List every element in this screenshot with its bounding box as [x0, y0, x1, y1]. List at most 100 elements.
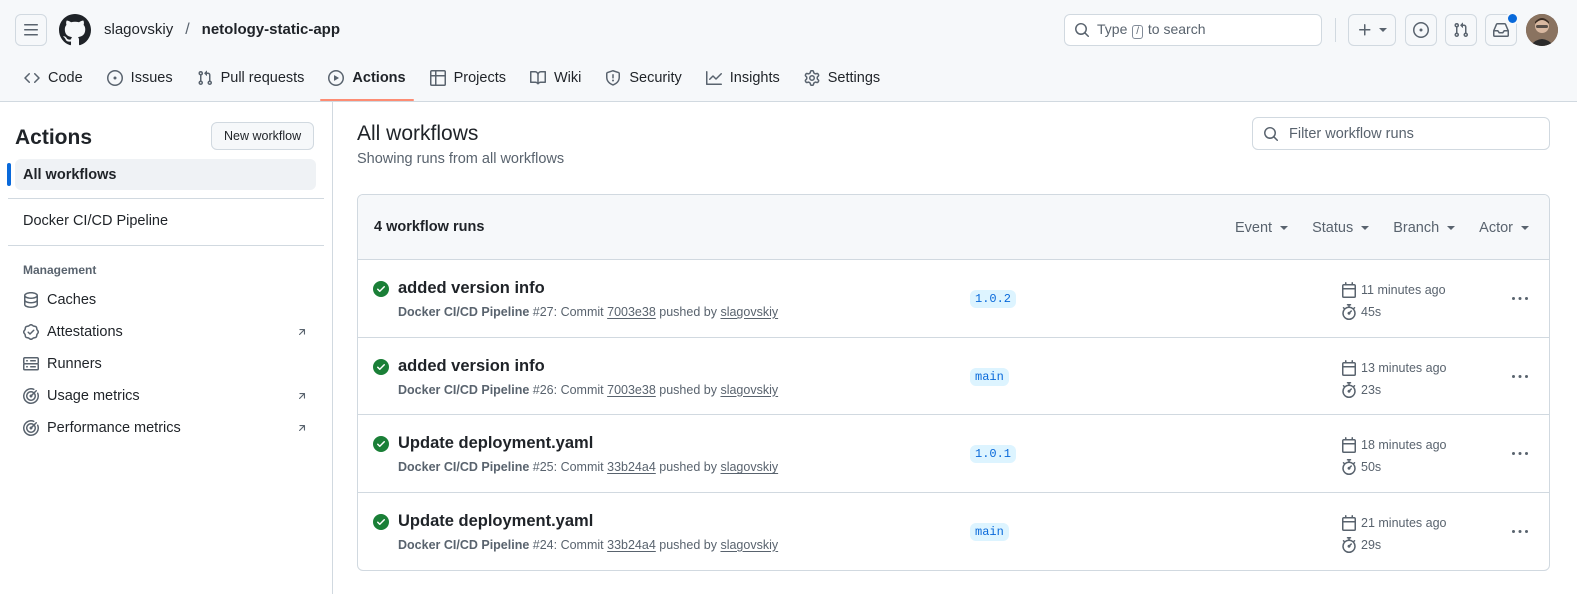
chevron-down-icon: [1379, 28, 1387, 32]
sidebar-item-docker-pipeline[interactable]: Docker CI/CD Pipeline: [23, 213, 168, 229]
run-number: #25: Commit: [532, 460, 604, 475]
database-icon: [24, 292, 38, 308]
tab-insights[interactable]: Insights: [698, 60, 788, 96]
check-circle-fill-icon: [373, 513, 389, 530]
run-title[interactable]: Update deployment.yaml: [398, 434, 593, 453]
sidebar-divider: [8, 245, 324, 246]
run-workflow-name: Docker CI/CD Pipeline: [398, 382, 530, 397]
chevron-down-icon: [1361, 225, 1370, 230]
tab-insights-label: Insights: [729, 70, 780, 86]
branch-badge[interactable]: 1.0.1: [970, 445, 1017, 464]
header-divider: [1335, 18, 1336, 42]
sidebar-item-runners[interactable]: Runners: [23, 356, 308, 372]
runs-header: 4 workflow runs Event Status Branch Acto…: [358, 195, 1549, 260]
issues-button[interactable]: [1405, 14, 1437, 46]
status-filter-button[interactable]: Status: [1312, 220, 1370, 236]
arrow-up-right-icon: [298, 393, 306, 400]
tab-actions[interactable]: Actions: [320, 60, 414, 101]
menu-button[interactable]: [15, 14, 47, 46]
actor-link[interactable]: slagovskiy: [720, 460, 778, 474]
hamburger-icon: [24, 24, 38, 36]
tab-security[interactable]: Security: [597, 60, 689, 96]
branch-badge[interactable]: main: [970, 367, 1009, 386]
inbox-button[interactable]: [1485, 12, 1519, 46]
workflow-run-row[interactable]: added version info Docker CI/CD Pipeline…: [358, 338, 1549, 416]
run-timestamp: 11 minutes ago: [1341, 282, 1446, 298]
actor-link[interactable]: slagovskiy: [720, 383, 778, 397]
branch-badge[interactable]: main: [970, 522, 1009, 541]
code-icon: [24, 72, 40, 84]
branch-filter-button[interactable]: Branch: [1393, 219, 1456, 236]
sidebar-item-label: Performance metrics: [47, 420, 181, 436]
tab-wiki[interactable]: Wiki: [522, 60, 589, 96]
run-duration: 50s: [1341, 459, 1381, 476]
repo-link[interactable]: netology-static-app: [202, 20, 340, 40]
new-workflow-button[interactable]: New workflow: [211, 122, 315, 150]
event-filter-label: Event: [1235, 219, 1273, 236]
search-shortcut-key: /: [1132, 25, 1144, 39]
tab-pull-requests[interactable]: Pull requests: [189, 60, 313, 96]
workflow-run-row[interactable]: Update deployment.yaml Docker CI/CD Pipe…: [358, 415, 1549, 493]
commit-link[interactable]: 7003e38: [607, 305, 656, 319]
sidebar-item-label: Caches: [47, 292, 97, 308]
actor-link[interactable]: slagovskiy: [720, 305, 778, 319]
tab-code[interactable]: Code: [16, 60, 91, 96]
tab-projects[interactable]: Projects: [422, 60, 514, 96]
page-subtitle: Showing runs from all workflows: [357, 151, 565, 167]
run-duration-value: 29s: [1361, 537, 1382, 552]
run-duration-value: 23s: [1361, 382, 1382, 397]
gear-icon: [804, 70, 820, 86]
search-icon: [1075, 23, 1090, 38]
filter-placeholder: Filter workflow runs: [1289, 125, 1414, 142]
commit-link[interactable]: 33b24a4: [607, 460, 656, 474]
workflow-run-row[interactable]: Update deployment.yaml Docker CI/CD Pipe…: [358, 493, 1549, 570]
event-filter-button[interactable]: Event: [1235, 219, 1289, 236]
filter-runs-input[interactable]: Filter workflow runs: [1252, 117, 1550, 150]
run-menu-button[interactable]: [1508, 287, 1532, 311]
pull-requests-button[interactable]: [1445, 14, 1477, 46]
calendar-icon: [1342, 359, 1356, 376]
check-circle-fill-icon: [373, 281, 389, 297]
pushed-by-text: pushed by: [659, 537, 717, 552]
pushed-by-text: pushed by: [659, 460, 717, 475]
chevron-down-icon: [1447, 225, 1456, 230]
sidebar-item-attestations[interactable]: Attestations: [23, 324, 308, 340]
meter-icon: [23, 420, 39, 436]
tab-pull-requests-label: Pull requests: [220, 70, 305, 86]
run-menu-button[interactable]: [1508, 442, 1532, 466]
commit-link[interactable]: 33b24a4: [607, 538, 656, 552]
pushed-by-text: pushed by: [659, 382, 717, 397]
actor-filter-button[interactable]: Actor: [1479, 220, 1529, 236]
workflow-run-row[interactable]: added version info Docker CI/CD Pipeline…: [358, 260, 1549, 338]
owner-link[interactable]: slagovskiy: [104, 20, 173, 40]
run-menu-button[interactable]: [1508, 520, 1532, 544]
tab-issues[interactable]: Issues: [99, 60, 181, 96]
graph-icon: [705, 71, 722, 85]
sidebar-item-usage-metrics[interactable]: Usage metrics: [23, 388, 308, 404]
global-search[interactable]: Type / to search: [1064, 14, 1322, 46]
branch-badge[interactable]: 1.0.2: [970, 290, 1017, 308]
run-when: 21 minutes ago: [1361, 515, 1447, 530]
arrow-up-right-icon: [298, 425, 306, 432]
run-when: 11 minutes ago: [1361, 283, 1446, 297]
run-title[interactable]: Update deployment.yaml: [398, 512, 593, 531]
run-title[interactable]: added version info: [398, 279, 545, 298]
actor-link[interactable]: slagovskiy: [720, 538, 778, 552]
create-new-button[interactable]: [1348, 14, 1396, 46]
verified-icon: [23, 324, 39, 340]
run-duration: 23s: [1341, 381, 1382, 398]
avatar[interactable]: [1526, 14, 1558, 46]
sidebar-item-caches[interactable]: Caches: [23, 292, 308, 308]
sidebar-item-performance-metrics[interactable]: Performance metrics: [23, 420, 308, 436]
breadcrumb: slagovskiy / netology-static-app: [104, 20, 340, 40]
meter-icon: [23, 388, 39, 404]
run-menu-button[interactable]: [1508, 365, 1532, 389]
commit-link[interactable]: 7003e38: [607, 383, 656, 397]
tab-settings[interactable]: Settings: [796, 60, 888, 96]
sidebar-item-all-workflows[interactable]: All workflows: [7, 159, 316, 190]
github-logo-icon[interactable]: [59, 14, 91, 46]
breadcrumb-separator: /: [185, 21, 190, 38]
run-title[interactable]: added version info: [398, 357, 545, 376]
branch-filter-label: Branch: [1393, 219, 1440, 236]
run-workflow-name: Docker CI/CD Pipeline: [398, 537, 530, 552]
